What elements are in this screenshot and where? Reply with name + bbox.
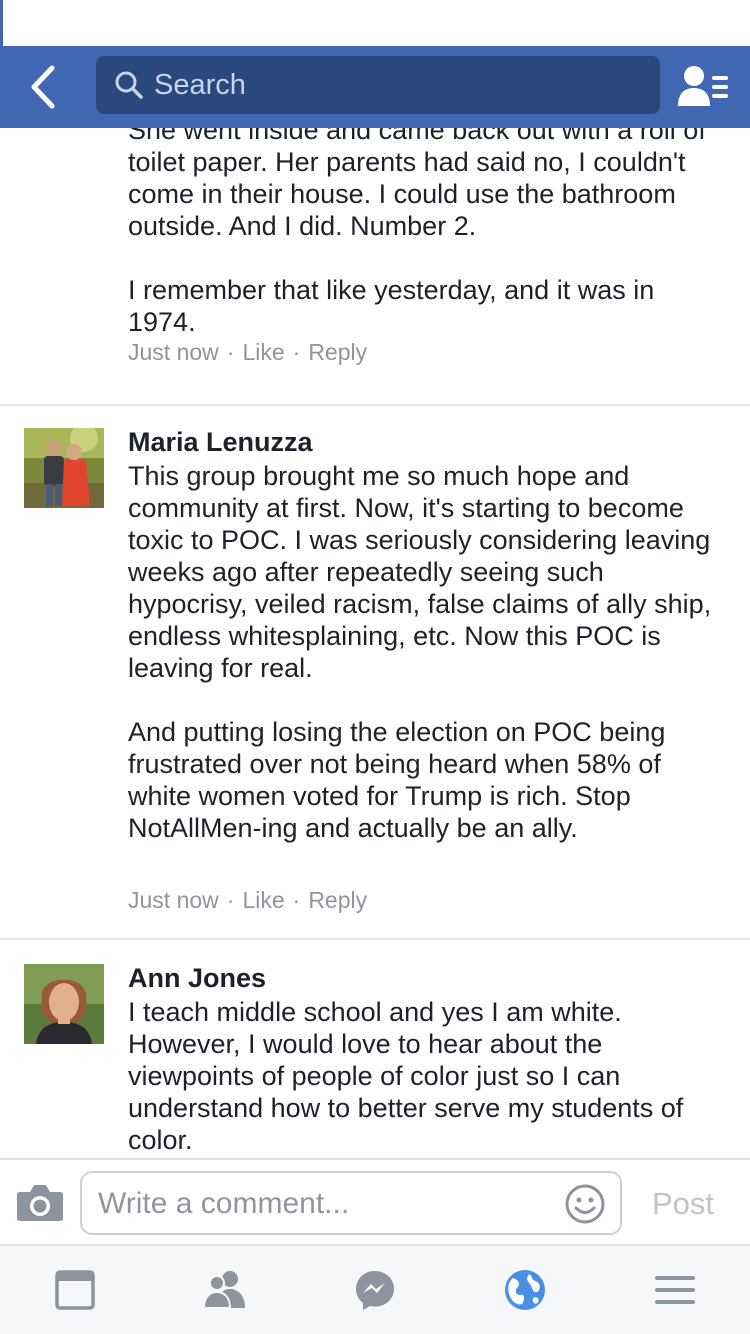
menu-icon <box>655 1276 695 1304</box>
comment-input[interactable]: Write a comment... <box>80 1171 622 1235</box>
comment-time: Just now <box>128 339 219 365</box>
back-button[interactable] <box>24 62 68 112</box>
post-button[interactable]: Post <box>652 1186 714 1222</box>
search-input[interactable]: Search <box>96 56 660 114</box>
avatar-photo <box>24 964 104 1044</box>
smiley-icon <box>565 1184 605 1224</box>
bottom-tab-bar <box>0 1246 750 1334</box>
search-placeholder: Search <box>154 69 246 101</box>
comment-composer: Write a comment... Post <box>0 1158 750 1246</box>
friend-list-icon <box>678 66 728 106</box>
comment-body: This group brought me so much hope and c… <box>128 461 712 843</box>
comment-list[interactable]: She went inside and came back out with a… <box>0 128 750 1158</box>
commenter-name[interactable]: Ann Jones <box>128 962 266 994</box>
camera-icon <box>17 1185 63 1221</box>
friends-icon <box>202 1271 245 1309</box>
comment-placeholder: Write a comment... <box>98 1187 350 1220</box>
comment-body: She went inside and came back out with a… <box>128 128 706 337</box>
comment-time: Just now <box>128 887 219 913</box>
chevron-left-icon <box>31 65 55 109</box>
comment-meta: Just now · Like · Reply <box>128 338 367 366</box>
like-link[interactable]: Like <box>242 886 284 914</box>
camera-button[interactable] <box>16 1182 64 1222</box>
emoji-button[interactable] <box>564 1183 606 1225</box>
commenter-name[interactable]: Maria Lenuzza <box>128 426 313 458</box>
tab-news-feed[interactable] <box>53 1268 97 1312</box>
tab-notifications[interactable] <box>503 1268 547 1312</box>
comment-meta: Just now · Like · Reply <box>128 886 367 914</box>
avatar[interactable] <box>24 964 104 1044</box>
separator-dot: · <box>226 339 235 365</box>
separator-dot: · <box>226 887 235 913</box>
top-navigation-bar: Search <box>0 46 750 128</box>
status-strip <box>0 0 750 46</box>
reply-link[interactable]: Reply <box>308 338 367 366</box>
tab-messenger[interactable] <box>353 1268 397 1312</box>
separator-dot: · <box>292 339 301 365</box>
comment-divider <box>0 404 750 406</box>
avatar-photo <box>24 428 104 508</box>
messenger-icon <box>356 1271 394 1310</box>
search-icon <box>115 71 143 99</box>
like-link[interactable]: Like <box>242 338 284 366</box>
notifications-globe-icon <box>505 1270 545 1310</box>
news-feed-icon <box>55 1270 95 1310</box>
avatar[interactable] <box>24 428 104 508</box>
separator-dot: · <box>292 887 301 913</box>
comment-divider <box>0 938 750 940</box>
friend-requests-button[interactable] <box>676 62 730 112</box>
reply-link[interactable]: Reply <box>308 886 367 914</box>
comment-body: I teach middle school and yes I am white… <box>128 997 684 1155</box>
tab-menu[interactable] <box>653 1268 697 1312</box>
tab-friends[interactable] <box>202 1268 247 1312</box>
